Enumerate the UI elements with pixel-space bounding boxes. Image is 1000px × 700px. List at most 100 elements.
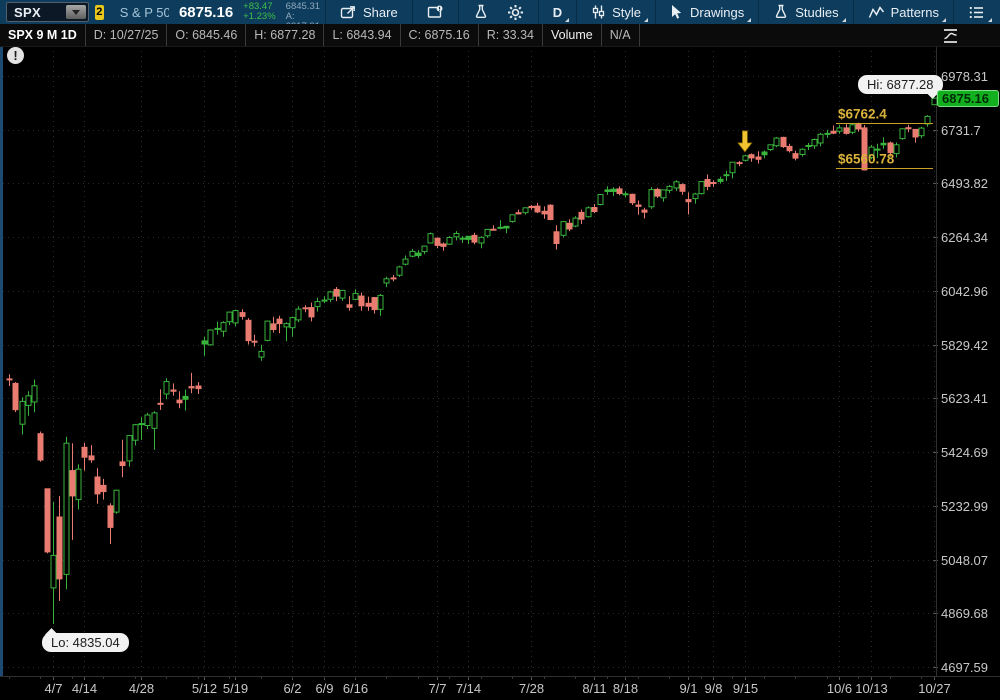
chart-left-border [0,46,3,676]
candle-body [913,129,918,137]
candle-body [296,309,301,320]
dropdown-corner-icon [988,18,992,22]
symbol-description: S & P 500 IN... [120,5,169,20]
info-cell: H: 6877.28 [246,24,324,46]
candle-body [523,208,528,213]
candle-body [510,215,515,222]
candle-body [686,200,691,202]
candle-body [793,154,798,159]
candle-body [743,156,748,161]
share-button[interactable]: Share [331,0,407,24]
candle-body [630,194,635,202]
candle-body [120,462,125,466]
style-button[interactable]: Style [582,0,650,24]
candle-body [837,128,842,131]
candle-body [82,447,87,457]
candle-body [171,390,176,391]
candle-body [737,163,742,164]
toolbar-separator [538,0,539,24]
candle-body [133,425,138,441]
candle-body [428,234,433,243]
candle-body [127,436,132,461]
candle-body [491,229,496,230]
candle-body [70,471,75,496]
candle-body [290,318,295,328]
x-axis-label: 6/2 [283,681,301,696]
candle-body [762,152,767,155]
candle-body [435,238,440,245]
chart-style-icon [591,4,606,20]
candle-body [535,206,540,212]
candle-body [353,293,358,299]
candle-body [844,128,849,133]
candle-body [906,128,911,129]
candle-body [516,213,521,214]
chart-menu-button[interactable] [959,0,994,24]
x-axis-label: 5/12 [192,681,217,696]
x-axis-label: 10/27 [918,681,951,696]
chart-info-bar: SPX 9 M 1DD: 10/27/25O: 6845.46H: 6877.2… [0,24,1000,47]
candle-body [441,244,446,246]
candle-body [246,320,251,340]
y-axis-label: 4697.59 [941,660,988,675]
x-axis-label: 4/7 [44,681,62,696]
patterns-button[interactable]: Patterns [859,0,948,24]
chart-alert-icon[interactable]: ! [7,47,24,64]
quick-settings-curve-icon[interactable] [941,27,960,50]
toolbar-separator [853,0,854,24]
toolbar-separator [576,0,577,24]
candle-body [680,185,685,192]
price-chart[interactable]: 6978.316731.76493.826264.346042.965829.4… [0,0,1000,700]
flask-icon [473,4,489,20]
candle-body [749,155,754,158]
candle-body [919,128,924,136]
trading-platform-window: SPX 2 S & P 500 IN... 6875.16 +83.47 +1.… [0,0,1000,700]
candle-body [347,305,352,308]
candle-body [674,182,679,188]
candle-body [271,324,276,330]
dropdown-corner-icon [565,18,569,22]
news-panel-icon [427,4,444,20]
candle-body [259,351,264,357]
chart-describer-button[interactable] [418,0,453,24]
studies-button[interactable]: Studies [764,0,847,24]
symbol-input[interactable]: SPX [6,2,89,22]
candle-body [403,259,408,264]
candle-body [340,290,345,298]
candle-body [642,210,647,212]
candlestick-layer [7,98,937,624]
candle-body [322,300,327,301]
candle-body [315,302,320,307]
candle-body [699,182,704,194]
candle-body [32,386,37,402]
linked-charts-badge[interactable]: 2 [95,5,104,20]
y-axis-label: 5829.42 [941,338,988,353]
drawings-button[interactable]: Drawings [661,0,753,24]
candle-body [548,205,553,219]
candle-body [410,251,415,256]
candle-body [925,116,930,124]
analyze-button[interactable] [464,0,498,24]
candle-body [7,379,12,380]
candle-body [303,308,308,309]
candle-body [145,415,150,426]
toolbar-separator [325,0,326,24]
candle-body [894,145,899,154]
info-cell: R: 33.34 [479,24,543,46]
candle-body [466,236,471,239]
price-change: +83.47 +1.23% [243,2,276,22]
x-axis-label: 9/15 [733,681,758,696]
info-cell: SPX 9 M 1D [0,24,86,46]
candle-body [818,134,823,143]
toolbar-separator [953,0,954,24]
candle-body [605,190,610,192]
timeframe-button[interactable]: D [544,0,571,24]
x-axis-label: 10/6 [827,681,852,696]
settings-button[interactable] [498,0,533,24]
high-price-tooltip: Hi: 6877.28 [858,75,943,94]
y-axis-label: 6731.7 [941,123,981,138]
candle-body [64,443,69,574]
candle-body [756,157,761,159]
symbol-dropdown-button[interactable] [66,5,86,19]
candle-body [334,289,339,296]
